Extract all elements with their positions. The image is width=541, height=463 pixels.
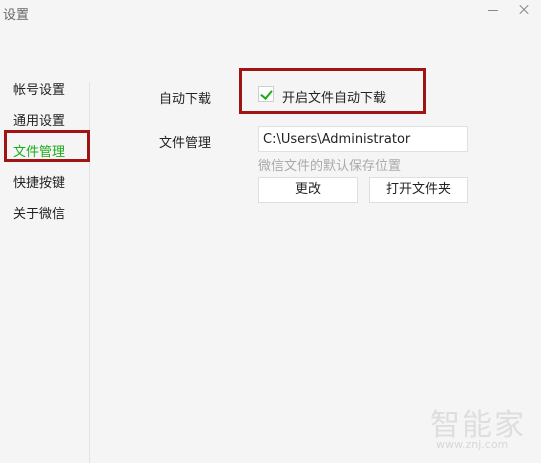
minimize-button[interactable] [484, 2, 502, 18]
sidebar-highlight-box [4, 130, 90, 162]
window-title: 设置 [3, 8, 30, 23]
auto-download-label: 自动下载 [159, 92, 212, 107]
sidebar-item-shortcuts[interactable]: 快捷按键 [13, 172, 65, 191]
checkbox-highlight-box [239, 68, 426, 114]
file-management-label: 文件管理 [159, 136, 212, 151]
title-bar: 设置 [0, 0, 541, 26]
sidebar-item-general[interactable]: 通用设置 [13, 110, 65, 129]
open-folder-button[interactable]: 打开文件夹 [369, 177, 468, 203]
save-path-field[interactable] [258, 126, 468, 152]
watermark: 智能家 www.znj.com [430, 400, 538, 460]
watermark-url: www.znj.com [436, 438, 509, 451]
sidebar-item-account[interactable]: 帐号设置 [13, 79, 65, 98]
sidebar-item-about[interactable]: 关于微信 [13, 203, 65, 222]
change-path-button[interactable]: 更改 [258, 177, 358, 203]
close-button[interactable] [515, 0, 533, 18]
save-path-hint: 微信文件的默认保存位置 [258, 159, 402, 174]
